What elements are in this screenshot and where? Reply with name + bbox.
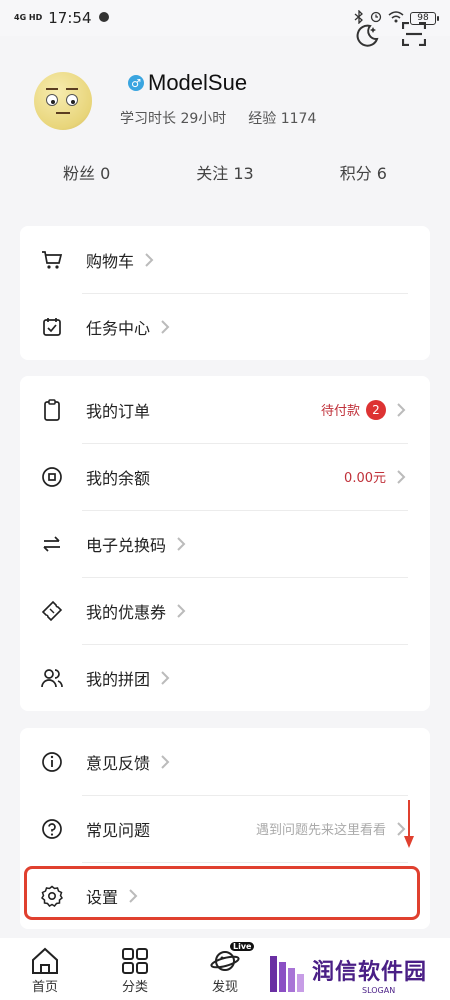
menu-item-task-center[interactable]: 任务中心 — [20, 293, 430, 360]
watermark-icon — [270, 956, 304, 992]
nav-discover[interactable]: Live 发现 — [180, 938, 270, 1000]
settings-highlight-box — [24, 866, 420, 920]
chevron-right-icon — [176, 603, 188, 619]
chevron-right-icon — [144, 252, 156, 268]
points-count[interactable]: 积分 6 — [340, 160, 387, 190]
follow-stats-row: 粉丝 0 关注 13 积分 6 — [0, 160, 450, 190]
card-shopping: 购物车 任务中心 — [20, 226, 430, 360]
chevron-right-icon — [160, 754, 172, 770]
menu-label: 我的优惠券 — [86, 602, 167, 622]
top-tools — [354, 21, 427, 52]
menu-item-feedback[interactable]: 意见反馈 — [20, 728, 430, 795]
scan-icon[interactable] — [401, 21, 427, 52]
menu-label: 意见反馈 — [86, 753, 151, 773]
avatar[interactable] — [34, 72, 92, 130]
menu-item-my-balance[interactable]: 我的余额 0.00元 — [20, 443, 430, 510]
arrow-down-icon — [403, 800, 415, 854]
exchange-icon — [40, 532, 64, 556]
card-account: 我的订单 待付款 2 我的余额 0.00元 电子兑换码 我的优惠券 我的拼团 — [20, 376, 430, 711]
menu-label: 购物车 — [86, 251, 135, 271]
menu-item-my-coupons[interactable]: 我的优惠券 — [20, 577, 430, 644]
following-count[interactable]: 关注 13 — [196, 160, 253, 190]
pending-payment-text: 待付款 — [320, 404, 360, 419]
nav-label: 首页 — [31, 980, 58, 995]
nav-home[interactable]: 首页 — [0, 938, 90, 1000]
order-status: 待付款 2 — [320, 399, 386, 420]
coin-icon — [40, 465, 64, 489]
chevron-right-icon — [176, 536, 188, 552]
group-icon — [40, 666, 64, 690]
calendar-check-icon — [40, 315, 64, 339]
menu-label: 电子兑换码 — [86, 535, 167, 555]
balance-value: 0.00元 — [344, 471, 386, 486]
profile-header[interactable]: ♂ ModelSue 学习时长 29小时 经验 1174 — [34, 66, 434, 146]
experience: 经验 1174 — [248, 111, 317, 127]
home-icon — [30, 946, 60, 976]
study-time: 学习时长 29小时 — [120, 111, 227, 127]
grid-icon — [122, 946, 148, 976]
menu-label: 常见问题 — [86, 820, 151, 840]
cart-icon — [40, 248, 64, 272]
menu-item-faq[interactable]: 常见问题 遇到问题先来这里看看 — [20, 795, 430, 862]
menu-item-cart[interactable]: 购物车 — [20, 226, 430, 293]
question-icon — [40, 817, 64, 841]
menu-item-redeem-code[interactable]: 电子兑换码 — [20, 510, 430, 577]
message-icon — [98, 9, 110, 27]
status-time: 17:54 — [48, 9, 92, 27]
chevron-right-icon — [160, 319, 172, 335]
network-indicator: 4G HD — [14, 13, 43, 22]
username: ModelSue — [148, 70, 248, 95]
menu-item-my-group-buy[interactable]: 我的拼团 — [20, 644, 430, 711]
live-badge: Live — [230, 942, 255, 951]
clipboard-icon — [40, 398, 64, 422]
gender-male-icon: ♂ — [128, 75, 144, 91]
night-mode-icon[interactable] — [354, 22, 380, 52]
faq-hint: 遇到问题先来这里看看 — [255, 823, 386, 838]
chevron-right-icon — [160, 670, 172, 686]
info-icon — [40, 750, 64, 774]
nav-label: 发现 — [211, 980, 238, 995]
user-stats: 学习时长 29小时 经验 1174 — [120, 108, 316, 128]
menu-label: 我的拼团 — [86, 669, 151, 689]
chevron-right-icon — [396, 469, 408, 485]
watermark-title: 润信软件园 — [312, 959, 428, 985]
fans-count[interactable]: 粉丝 0 — [63, 160, 110, 190]
menu-label: 我的余额 — [86, 468, 151, 488]
nav-category[interactable]: 分类 — [90, 938, 180, 1000]
menu-label: 我的订单 — [86, 401, 151, 421]
nav-label: 分类 — [121, 980, 148, 995]
chevron-right-icon — [396, 402, 408, 418]
menu-label: 任务中心 — [86, 318, 151, 338]
menu-item-my-orders[interactable]: 我的订单 待付款 2 — [20, 376, 430, 443]
watermark-subtitle: SLOGAN — [362, 985, 396, 995]
ticket-icon — [40, 599, 64, 623]
watermark-logo: 润信软件园 SLOGAN — [270, 952, 440, 996]
pending-count-badge: 2 — [366, 399, 386, 420]
